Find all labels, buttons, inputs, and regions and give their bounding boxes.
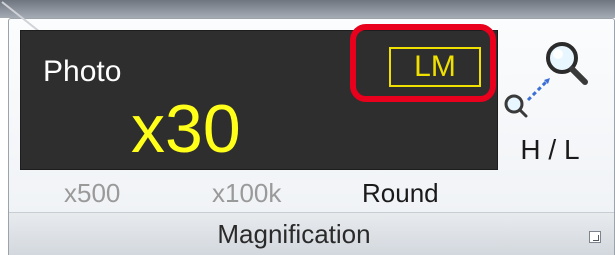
group-label: Magnification (217, 219, 371, 249)
magnification-value: x30 (131, 91, 241, 167)
magnification-display: Photo LM x30 (20, 30, 498, 170)
magnifier-zoom-icon[interactable] (500, 38, 592, 124)
hl-toggle-label[interactable]: H / L (510, 134, 590, 166)
ribbon-top-edge (0, 0, 615, 18)
magnification-screenshot: Photo LM x30 H / L x500 x100k Round Magn… (0, 0, 615, 255)
group-footer: Magnification (9, 212, 614, 255)
x500-option[interactable]: x500 (64, 178, 120, 208)
dialog-launcher-icon[interactable] (589, 231, 601, 243)
lm-mode-button[interactable]: LM (389, 47, 481, 87)
x100k-option[interactable]: x100k (212, 178, 281, 208)
mode-label: Photo (43, 55, 122, 88)
round-option[interactable]: Round (362, 178, 439, 208)
